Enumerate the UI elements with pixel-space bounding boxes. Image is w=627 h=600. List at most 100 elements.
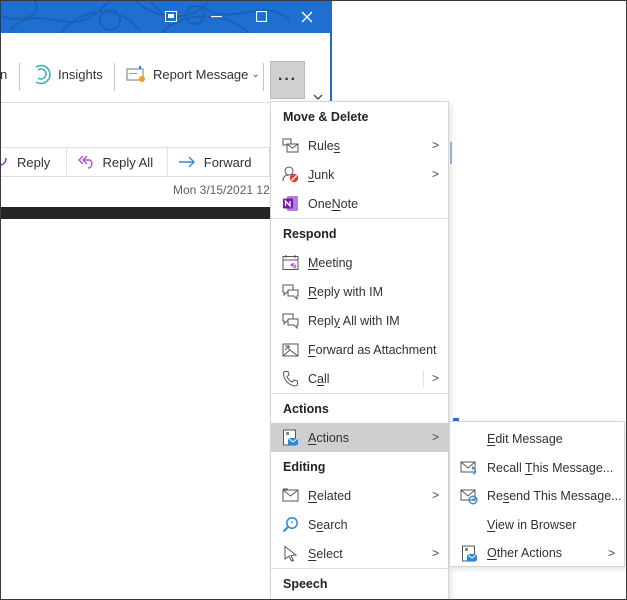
reply-all-label: Reply All: [102, 154, 154, 170]
blank-icon: [460, 430, 478, 448]
menu-item-reply-all-with-im[interactable]: Reply All with IM: [271, 306, 448, 335]
section-header-respond: Respond: [283, 226, 337, 241]
menu-item-label: Related: [308, 488, 352, 503]
chevron-right-icon: >: [431, 430, 439, 444]
maximize-icon: [255, 11, 267, 22]
onenote-icon: [281, 195, 299, 213]
menu-item-meeting[interactable]: Meeting: [271, 248, 448, 277]
menu-item-label: Reply with IM: [308, 284, 384, 299]
submenu-item-resend-message[interactable]: Resend This Message...: [450, 482, 624, 511]
focus-indicator: [453, 418, 459, 421]
menu-item-label: Meeting: [308, 255, 353, 270]
report-message-chevron-icon: ⌄: [251, 68, 260, 80]
submenu-item-other-actions[interactable]: Other Actions >: [450, 539, 624, 568]
menu-item-label: Edit Message: [487, 432, 563, 447]
minimize-icon: [210, 15, 222, 17]
reply-button[interactable]: Reply: [1, 148, 67, 176]
recall-message-icon: [460, 459, 478, 477]
forward-attachment-icon: [281, 341, 299, 359]
ribbon-separator: [114, 63, 115, 91]
menu-item-label: Select: [308, 546, 343, 561]
restore-window-button[interactable]: [148, 0, 194, 33]
title-bar: [0, 0, 330, 33]
report-message-button[interactable]: Report Message ⌄: [126, 61, 260, 87]
actions-icon: [281, 429, 299, 447]
menu-item-related[interactable]: Related >: [271, 481, 448, 510]
junk-icon: [281, 166, 299, 184]
restore-window-icon: [165, 11, 177, 22]
section-header-editing: Editing: [283, 459, 326, 474]
reply-icon: [1, 157, 7, 166]
meeting-icon: [281, 254, 299, 272]
reply-all-button[interactable]: Reply All: [66, 148, 168, 176]
chevron-right-icon: >: [431, 546, 439, 560]
other-actions-icon: [460, 544, 478, 562]
select-icon: [281, 545, 299, 563]
call-icon: [281, 370, 299, 388]
submenu-item-recall-message[interactable]: Recall This Message...: [450, 454, 624, 483]
menu-item-call[interactable]: Call >: [271, 364, 448, 393]
insights-button[interactable]: Insights: [31, 61, 103, 87]
minimize-button[interactable]: [193, 0, 239, 33]
related-icon: [281, 487, 299, 505]
insights-label: Insights: [58, 66, 103, 82]
message-header-divider: [0, 207, 270, 219]
split-button-divider: [423, 370, 424, 387]
ribbon-partial-label: n: [0, 66, 8, 82]
resend-message-icon: [460, 487, 478, 505]
more-options-button[interactable]: ···: [270, 61, 305, 99]
menu-item-label: Call: [308, 371, 330, 386]
menu-item-rules[interactable]: Rules >: [271, 131, 448, 160]
search-icon: [281, 516, 299, 534]
scrollbar-thumb[interactable]: [450, 142, 452, 164]
ribbon: n Insights Report Message ⌄ ···: [0, 33, 330, 103]
section-header-move-delete: Move & Delete: [283, 109, 369, 124]
menu-item-forward-as-attachment[interactable]: Forward as Attachment: [271, 335, 448, 364]
submenu-item-view-in-browser[interactable]: View in Browser: [450, 511, 624, 540]
chevron-right-icon: >: [431, 138, 439, 152]
forward-icon: [178, 156, 195, 168]
blank-icon: [460, 516, 478, 534]
menu-item-label: View in Browser: [487, 517, 577, 532]
ribbon-partial-button[interactable]: n: [0, 61, 7, 87]
menu-item-label: Search: [308, 517, 348, 532]
ribbon-separator: [19, 63, 20, 91]
close-icon: [301, 11, 313, 22]
submenu-item-edit-message[interactable]: Edit Message: [450, 425, 624, 454]
menu-item-label: Recall This Message...: [487, 460, 614, 475]
menu-item-select[interactable]: Select >: [271, 539, 448, 568]
reply-all-im-icon: [281, 312, 299, 330]
forward-button[interactable]: Forward: [167, 148, 269, 176]
ribbon-separator: [263, 63, 264, 91]
message-action-bar: Reply Reply All Forward: [0, 147, 270, 177]
menu-item-search[interactable]: Search: [271, 510, 448, 539]
menu-item-junk[interactable]: Junk >: [271, 160, 448, 189]
reply-im-icon: [281, 283, 299, 301]
menu-item-label: Reply All with IM: [308, 313, 400, 328]
message-date: Mon 3/15/2021 12: [173, 183, 270, 197]
close-button[interactable]: [284, 0, 330, 33]
menu-item-actions[interactable]: Actions >: [271, 423, 448, 452]
reply-all-icon: [77, 155, 93, 169]
more-options-menu: Move & Delete Rules > Junk > OneNote Res…: [270, 101, 449, 600]
menu-item-label: Forward as Attachment: [308, 342, 437, 357]
chevron-right-icon: >: [607, 546, 615, 560]
menu-item-label: OneNote: [308, 196, 359, 211]
menu-item-reply-with-im[interactable]: Reply with IM: [271, 277, 448, 306]
section-header-actions: Actions: [283, 401, 329, 416]
chevron-right-icon[interactable]: >: [432, 371, 439, 385]
chevron-right-icon: >: [431, 167, 439, 181]
report-message-icon: [126, 66, 145, 82]
menu-item-label: Resend This Message...: [487, 489, 622, 504]
forward-label: Forward: [203, 154, 252, 170]
insights-icon: [35, 64, 51, 85]
menu-item-label: Junk: [308, 167, 335, 182]
more-options-icon: ···: [278, 71, 297, 88]
actions-submenu: Edit Message Recall This Message... Rese…: [449, 421, 625, 567]
chevron-right-icon: >: [431, 488, 439, 502]
maximize-button[interactable]: [238, 0, 284, 33]
menu-item-label: Other Actions: [487, 546, 563, 561]
section-header-speech: Speech: [283, 576, 328, 591]
reply-label: Reply: [17, 154, 51, 170]
menu-item-onenote[interactable]: OneNote: [271, 189, 448, 218]
